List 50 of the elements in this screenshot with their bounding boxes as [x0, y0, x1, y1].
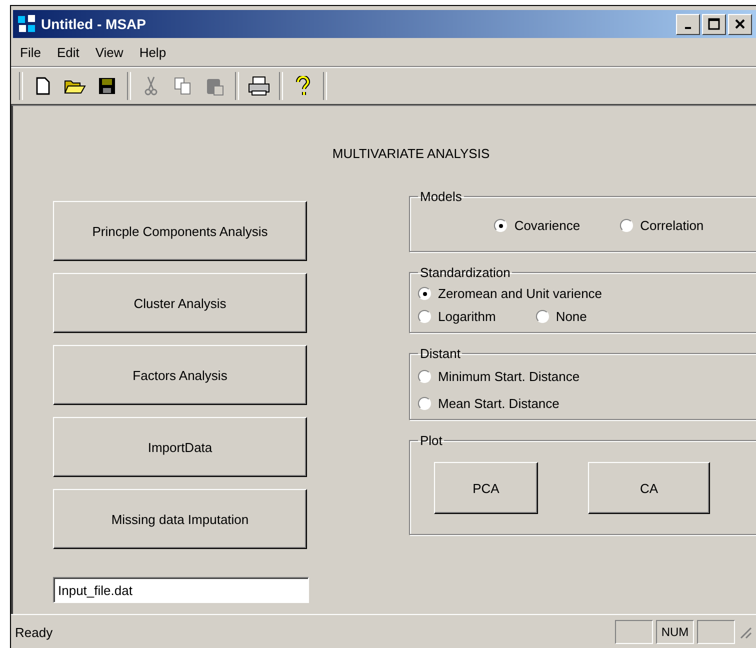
scissors-icon[interactable] — [144, 76, 158, 96]
menu-item[interactable]: View — [90, 42, 128, 62]
menu-item[interactable]: File — [15, 42, 46, 62]
app-icon — [17, 14, 37, 34]
radio-label[interactable]: Mean Start. Distance — [438, 396, 560, 411]
analysis-button[interactable]: Cluster Analysis — [53, 273, 307, 333]
maximize-icon — [708, 18, 720, 30]
group-title: Distant — [419, 346, 462, 361]
radio-label[interactable]: None — [556, 309, 587, 324]
radio-label[interactable]: Minimum Start. Distance — [438, 369, 580, 384]
plot-button[interactable]: CA — [588, 462, 710, 514]
radio-label[interactable]: Correlation — [640, 218, 704, 233]
group-title: Plot — [419, 433, 444, 448]
analysis-button[interactable]: Factors Analysis — [53, 345, 307, 405]
radio-button[interactable] — [418, 370, 431, 383]
clipboard-icon[interactable] — [206, 76, 224, 96]
radio-button[interactable] — [418, 310, 431, 323]
resize-grip-icon[interactable] — [738, 625, 752, 639]
close-button[interactable] — [728, 14, 752, 34]
minimize-button[interactable] — [676, 14, 700, 34]
radio-button[interactable] — [620, 219, 634, 232]
status-pane — [697, 620, 735, 644]
menu-item[interactable]: Edit — [52, 42, 84, 62]
minimize-icon — [685, 27, 691, 29]
status-pane — [615, 620, 653, 644]
heading: MULTIVARIATE ANALYSIS — [331, 146, 491, 161]
radio-button[interactable] — [418, 287, 431, 300]
plot-button[interactable]: PCA — [434, 462, 538, 514]
status-text: Ready — [15, 624, 53, 640]
analysis-button[interactable]: ImportData — [53, 417, 307, 477]
window-title: Untitled - MSAP — [41, 16, 146, 32]
new-document-icon[interactable] — [35, 77, 51, 95]
input-field[interactable]: Input_file.dat — [53, 577, 309, 603]
radio-button[interactable] — [418, 397, 431, 410]
maximize-button[interactable] — [702, 14, 726, 34]
radio-label[interactable]: Zeromean and Unit varience — [438, 286, 602, 301]
analysis-button[interactable]: Princple Components Analysis — [53, 201, 307, 261]
analysis-button[interactable]: Missing data Imputation — [53, 489, 307, 549]
radio-button[interactable] — [494, 219, 508, 232]
radio-label[interactable]: Logarithm — [438, 309, 496, 324]
num-lock-indicator: NUM — [656, 620, 694, 644]
printer-icon[interactable] — [248, 76, 270, 96]
radio-label[interactable]: Covarience — [514, 218, 580, 233]
close-icon — [734, 18, 746, 30]
group-title: Models — [419, 189, 463, 204]
radio-button[interactable] — [536, 310, 549, 323]
group-title: Standardization — [419, 265, 512, 280]
copy-icon[interactable] — [174, 77, 192, 95]
menu-item[interactable]: Help — [134, 42, 172, 62]
question-mark-icon[interactable] — [296, 76, 310, 96]
